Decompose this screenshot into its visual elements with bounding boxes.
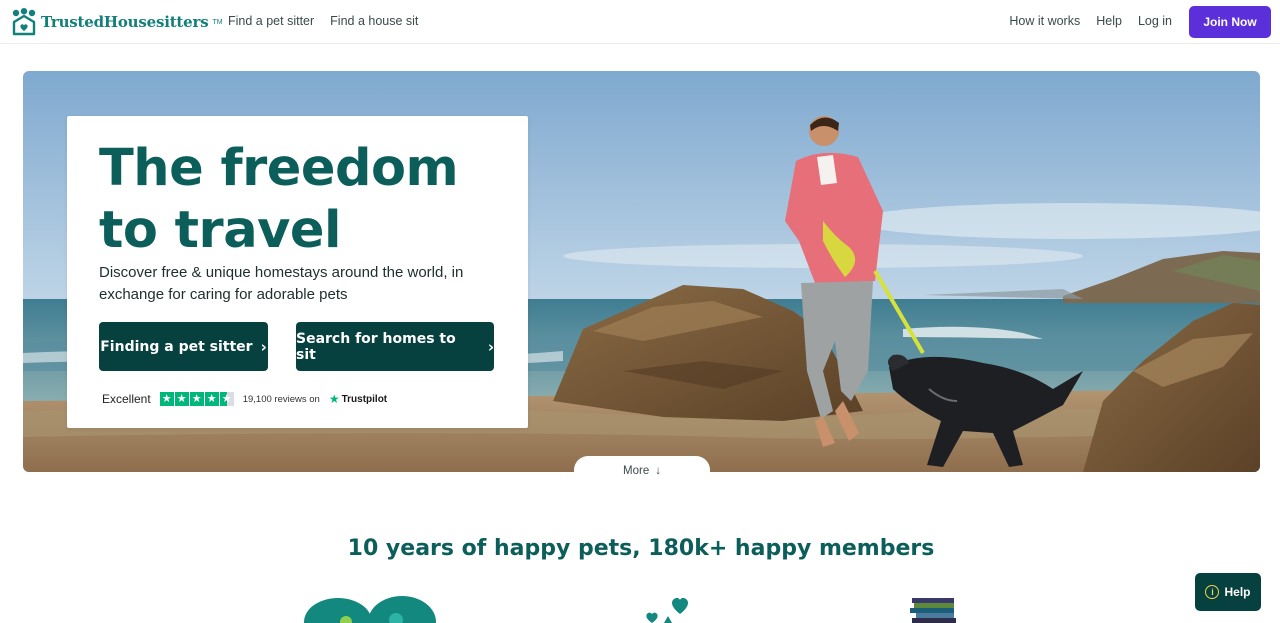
hero-headline: The freedom to travel: [99, 139, 459, 260]
nav-find-house-sit[interactable]: Find a house sit: [330, 14, 418, 28]
trustpilot-name: Trustpilot: [341, 393, 388, 405]
paw-heart-logo-icon: [12, 8, 36, 36]
hero-subline: Discover free & unique homestays around …: [99, 264, 464, 303]
trustpilot-widget[interactable]: Excellent ★ ★ ★ ★ ★ 19,100 reviews on ★ …: [102, 392, 387, 406]
finding-pet-sitter-button[interactable]: Finding a pet sitter ›: [99, 322, 268, 371]
happy-pets-illustration-icon: [304, 596, 436, 623]
arrow-down-icon: ↓: [655, 465, 661, 477]
trustpilot-logo: ★ Trustpilot: [329, 392, 387, 406]
top-navigation: TrustedHousesitters TM Find a pet sitter…: [0, 0, 1280, 44]
trustpilot-star-icon: ★: [328, 392, 340, 406]
star-icon: ★: [159, 392, 174, 406]
trust-rating-word: Excellent: [102, 392, 151, 406]
nav-how-it-works[interactable]: How it works: [1009, 14, 1080, 28]
stats-illustrations: [304, 596, 956, 623]
star-icon: ★: [174, 392, 189, 406]
nav-log-in[interactable]: Log in: [1138, 14, 1172, 28]
brand-logo[interactable]: TrustedHousesitters TM: [11, 8, 223, 36]
search-homes-label: Search for homes to sit: [296, 330, 456, 363]
trust-rating-stars: ★ ★ ★ ★ ★: [159, 392, 234, 406]
join-now-button[interactable]: Join Now: [1189, 6, 1271, 38]
finding-pet-sitter-label: Finding a pet sitter: [100, 338, 253, 355]
stats-heading: 10 years of happy pets, 180k+ happy memb…: [347, 536, 935, 561]
secondary-nav: How it works Help Log in: [1009, 14, 1172, 28]
help-widget-button[interactable]: i Help: [1195, 573, 1261, 611]
star-icon: ★: [204, 392, 219, 406]
more-label: More: [623, 465, 650, 477]
passports-illustration-icon: [910, 598, 956, 623]
help-widget-label: Help: [1224, 585, 1251, 599]
star-icon: ★: [189, 392, 204, 406]
brand-trademark: TM: [212, 18, 223, 26]
search-homes-to-sit-button[interactable]: Search for homes to sit ›: [296, 322, 494, 371]
info-icon: i: [1205, 585, 1220, 599]
nav-help[interactable]: Help: [1096, 14, 1122, 28]
chevron-right-icon: ›: [487, 337, 494, 356]
hero-card: The freedom to travel Discover free & un…: [67, 116, 528, 428]
primary-nav: Find a pet sitter Find a house sit: [228, 14, 418, 28]
trust-review-count: 19,100 reviews on: [242, 393, 320, 405]
more-button[interactable]: More ↓: [574, 456, 710, 486]
chevron-right-icon: ›: [260, 337, 267, 356]
heart-illustration-icon: [646, 597, 688, 623]
nav-find-pet-sitter[interactable]: Find a pet sitter: [228, 14, 314, 28]
brand-name: TrustedHousesitters: [41, 13, 209, 31]
half-star-icon: ★: [219, 392, 234, 406]
